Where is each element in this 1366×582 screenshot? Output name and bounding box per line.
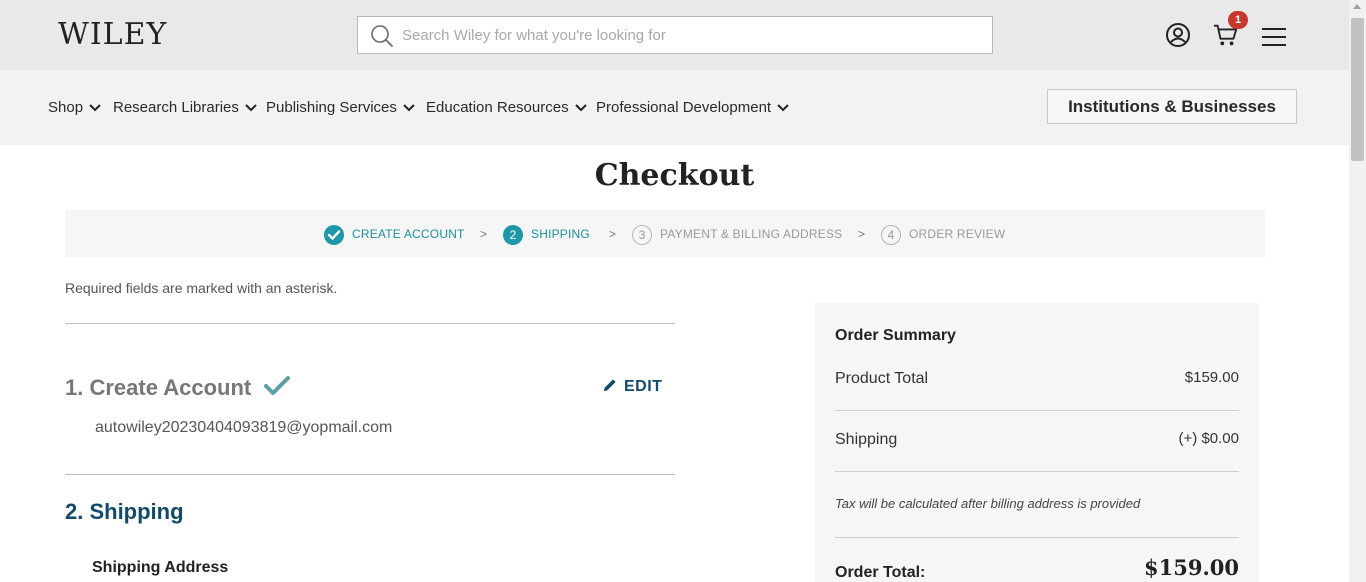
order-summary-panel: Order Summary Product Total $159.00 Ship…: [815, 303, 1259, 582]
nav-item-label: Shop: [48, 99, 84, 116]
step-order-review: 4 ORDER REVIEW: [881, 223, 1005, 245]
summary-divider: [835, 537, 1239, 538]
search-icon[interactable]: [370, 24, 394, 48]
step-shipping[interactable]: 2 SHIPPING: [503, 223, 590, 245]
nav-item-label: Publishing Services: [266, 99, 397, 116]
summary-divider: [835, 410, 1239, 411]
menu-icon[interactable]: [1261, 24, 1287, 50]
account-email: autowiley20230404093819@yopmail.com: [95, 419, 393, 436]
section-divider: [65, 323, 675, 324]
search-box[interactable]: [357, 16, 993, 54]
shipping-value: (+) $0.00: [1178, 430, 1239, 447]
order-total-label: Order Total:: [835, 564, 926, 581]
order-summary-title: Order Summary: [835, 327, 956, 344]
scroll-up-arrow-icon[interactable]: [1353, 4, 1361, 9]
top-header: WILEY 1: [0, 0, 1349, 70]
summary-divider: [835, 471, 1239, 472]
step-label: ORDER REVIEW: [909, 227, 1006, 241]
nav-item-research-libraries[interactable]: Research Libraries: [113, 98, 257, 118]
scrollbar-thumb[interactable]: [1351, 18, 1364, 161]
page-scrollbar[interactable]: [1349, 0, 1366, 582]
edit-account-button[interactable]: EDIT: [602, 377, 662, 396]
shipping-section-title: 2. Shipping: [65, 499, 184, 524]
nav-item-label: Professional Development: [596, 99, 772, 116]
step-payment-billing: 3 PAYMENT & BILLING ADDRESS: [632, 223, 842, 245]
step-create-account[interactable]: CREATE ACCOUNT: [324, 223, 465, 245]
cart-count-badge: 1: [1228, 11, 1248, 29]
nav-item-shop[interactable]: Shop: [48, 98, 101, 118]
step-label: SHIPPING: [531, 227, 590, 241]
check-circle-icon: [324, 224, 344, 245]
nav-item-education-resources[interactable]: Education Resources: [426, 98, 587, 118]
pencil-icon: [604, 379, 616, 391]
step-number: 2: [503, 224, 523, 245]
account-icon[interactable]: [1165, 22, 1191, 48]
nav-item-label: Research Libraries: [113, 99, 239, 116]
create-account-section-title: 1. Create Account: [65, 375, 252, 400]
step-separator: >: [609, 227, 617, 241]
chevron-down-icon: [245, 104, 257, 112]
tax-note: Tax will be calculated after billing add…: [835, 496, 1141, 511]
step-label: PAYMENT & BILLING ADDRESS: [660, 227, 843, 241]
chevron-down-icon: [89, 104, 101, 112]
chevron-down-icon: [777, 104, 789, 112]
product-total-value: $159.00: [1184, 369, 1239, 386]
shipping-label: Shipping: [835, 431, 898, 448]
page-title: Checkout: [594, 158, 755, 193]
product-total-label: Product Total: [835, 370, 929, 387]
nav-item-label: Education Resources: [426, 99, 569, 116]
step-number: 3: [632, 224, 652, 245]
step-separator: >: [480, 227, 488, 241]
checkmark-icon: [264, 376, 290, 395]
institutions-businesses-button[interactable]: Institutions & Businesses: [1047, 89, 1297, 124]
step-separator: >: [858, 227, 866, 241]
required-fields-note: Required fields are marked with an aster…: [65, 280, 338, 296]
nav-item-professional-development[interactable]: Professional Development: [596, 98, 789, 118]
main-nav: Shop Research Libraries Publishing Servi…: [0, 70, 1349, 145]
step-number: 4: [881, 224, 901, 245]
chevron-down-icon: [403, 104, 415, 112]
order-total-value: $159.00: [1144, 555, 1239, 580]
nav-item-publishing-services[interactable]: Publishing Services: [266, 98, 415, 118]
search-input[interactable]: [402, 17, 982, 53]
checkout-progress-steps: CREATE ACCOUNT > 2 SHIPPING > 3 PAYMENT & …: [65, 210, 1265, 257]
chevron-down-icon: [575, 104, 587, 112]
shipping-address-label: Shipping Address: [92, 559, 229, 576]
wiley-logo[interactable]: WILEY: [58, 17, 167, 53]
section-divider: [65, 474, 675, 475]
step-label: CREATE ACCOUNT: [352, 227, 465, 241]
edit-label: EDIT: [624, 378, 663, 395]
